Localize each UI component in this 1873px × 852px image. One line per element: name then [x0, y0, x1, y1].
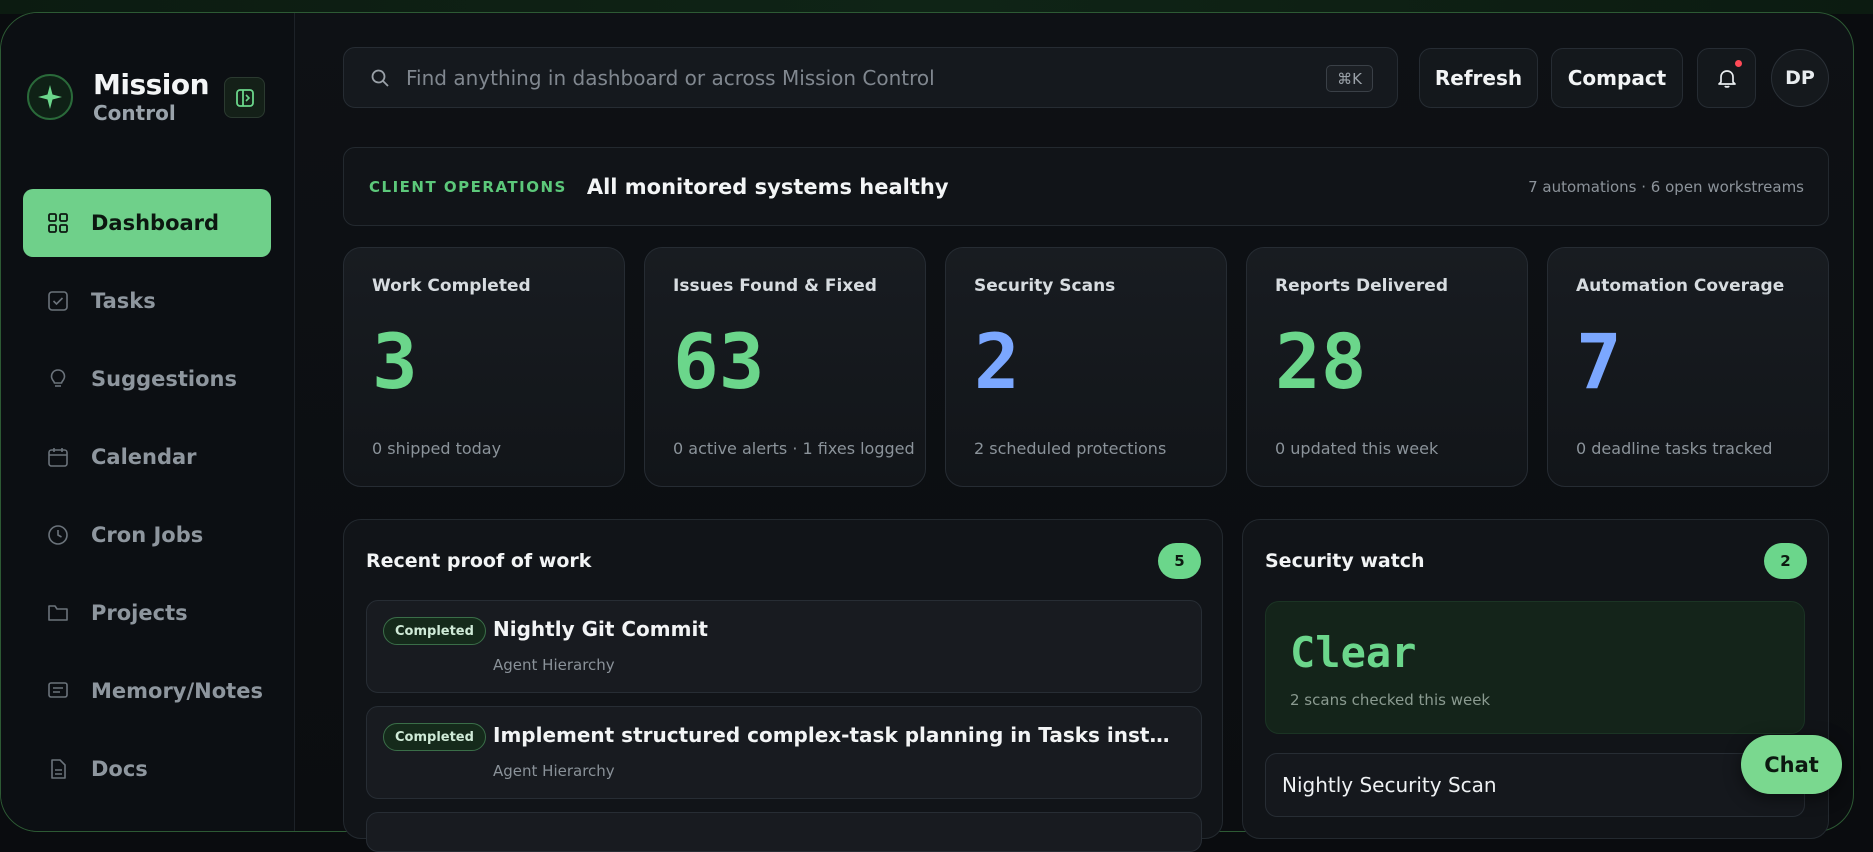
sidebar-nav: Dashboard Tasks Suggestions Calendar Cro… — [23, 189, 271, 813]
banner-eyebrow: CLIENT OPERATIONS — [369, 177, 567, 196]
stat-value: 63 — [673, 317, 765, 406]
document-icon — [47, 758, 69, 780]
sparkle-icon — [27, 74, 73, 120]
sidebar-item-label: Docs — [91, 757, 148, 781]
stat-sub: 0 deadline tasks tracked — [1576, 439, 1773, 458]
sidebar: Mission Control Dashboard Tasks Suggesti… — [1, 13, 295, 831]
search-placeholder: Find anything in dashboard or across Mis… — [406, 65, 935, 90]
notifications-button[interactable] — [1697, 48, 1756, 108]
stat-card-work-completed[interactable]: Work Completed 3 0 shipped today — [343, 247, 625, 487]
search-shortcut: ⌘K — [1326, 65, 1373, 92]
notification-dot — [1735, 60, 1742, 67]
sidebar-item-label: Suggestions — [91, 367, 237, 391]
item-title: Nightly Security Scan — [1282, 773, 1497, 797]
proof-of-work-panel: Recent proof of work 5 Completed Nightly… — [343, 519, 1223, 852]
compact-button[interactable]: Compact — [1551, 48, 1683, 108]
item-title: Nightly Git Commit — [493, 617, 708, 641]
brand-title: Mission — [93, 68, 210, 101]
count-badge: 2 — [1764, 543, 1807, 579]
item-title: Implement structured complex-task planni… — [493, 723, 1183, 747]
grid-icon — [47, 212, 69, 234]
list-item[interactable] — [366, 812, 1202, 852]
list-item[interactable]: Completed Nightly Git Commit Agent Hiera… — [366, 600, 1202, 693]
sidebar-item-label: Calendar — [91, 445, 197, 469]
bell-icon — [1717, 70, 1736, 88]
count-badge: 5 — [1158, 543, 1201, 579]
clock-icon — [47, 524, 69, 546]
sidebar-item-label: Dashboard — [91, 211, 220, 235]
security-status: Clear — [1290, 628, 1417, 677]
panel-title: Security watch — [1265, 550, 1425, 572]
status-badge: Completed — [383, 723, 486, 751]
sidebar-collapse-button[interactable] — [224, 77, 265, 118]
status-badge: Completed — [383, 617, 486, 645]
list-item[interactable]: Nightly Security Scan — [1265, 753, 1805, 817]
search-input[interactable]: Find anything in dashboard or across Mis… — [343, 47, 1398, 108]
brand-subtitle: Control — [93, 101, 176, 125]
sidebar-item-projects[interactable]: Projects — [23, 579, 271, 647]
banner-meta: 7 automations · 6 open workstreams — [1528, 177, 1804, 196]
sidebar-item-label: Cron Jobs — [91, 523, 204, 547]
sidebar-item-docs[interactable]: Docs — [23, 735, 271, 803]
sidebar-item-dashboard[interactable]: Dashboard — [23, 189, 271, 257]
calendar-icon — [47, 446, 69, 468]
search-icon — [371, 69, 389, 87]
sidebar-item-label: Tasks — [91, 289, 156, 313]
stat-card-automation-coverage[interactable]: Automation Coverage 7 0 deadline tasks t… — [1547, 247, 1829, 487]
status-banner: CLIENT OPERATIONS All monitored systems … — [343, 147, 1829, 226]
stat-label: Automation Coverage — [1576, 276, 1785, 296]
stat-label: Reports Delivered — [1275, 276, 1449, 296]
stat-value: 7 — [1576, 317, 1622, 406]
list-item[interactable]: Completed Implement structured complex-t… — [366, 706, 1202, 799]
sidebar-collapse-icon — [235, 88, 254, 107]
item-sub: Agent Hierarchy — [493, 656, 615, 674]
stat-label: Issues Found & Fixed — [673, 276, 877, 296]
checkbox-icon — [47, 290, 69, 312]
lightbulb-icon — [47, 368, 69, 390]
chat-button[interactable]: Chat — [1741, 735, 1842, 794]
sidebar-item-label: Projects — [91, 601, 188, 625]
avatar[interactable]: DP — [1771, 49, 1829, 107]
stat-card-security-scans[interactable]: Security Scans 2 2 scheduled protections — [945, 247, 1227, 487]
sidebar-item-calendar[interactable]: Calendar — [23, 423, 271, 491]
stat-sub: 0 shipped today — [372, 439, 502, 458]
stat-card-reports-delivered[interactable]: Reports Delivered 28 0 updated this week — [1246, 247, 1528, 487]
sidebar-item-tasks[interactable]: Tasks — [23, 267, 271, 335]
stat-value: 2 — [974, 317, 1020, 406]
security-watch-panel: Security watch 2 Clear 2 scans checked t… — [1242, 519, 1829, 839]
stat-sub: 0 updated this week — [1275, 439, 1439, 458]
item-sub: Agent Hierarchy — [493, 762, 615, 780]
stat-value: 3 — [372, 317, 418, 406]
sidebar-item-suggestions[interactable]: Suggestions — [23, 345, 271, 413]
stat-sub: 2 scheduled protections — [974, 439, 1167, 458]
panel-title: Recent proof of work — [366, 550, 592, 572]
refresh-button[interactable]: Refresh — [1419, 48, 1538, 108]
stat-label: Work Completed — [372, 276, 531, 296]
stat-label: Security Scans — [974, 276, 1116, 296]
stat-sub: 0 active alerts · 1 fixes logged — [673, 439, 915, 458]
security-status-card: Clear 2 scans checked this week — [1265, 601, 1805, 734]
stat-card-issues-fixed[interactable]: Issues Found & Fixed 63 0 active alerts … — [644, 247, 926, 487]
security-status-sub: 2 scans checked this week — [1290, 691, 1491, 709]
brand: Mission Control — [27, 68, 210, 125]
stat-value: 28 — [1275, 317, 1367, 406]
notes-icon — [47, 680, 69, 702]
banner-title: All monitored systems healthy — [586, 174, 949, 199]
sidebar-item-cron-jobs[interactable]: Cron Jobs — [23, 501, 271, 569]
folder-icon — [47, 602, 69, 624]
sidebar-item-label: Memory/Notes — [91, 679, 263, 703]
sidebar-item-memory-notes[interactable]: Memory/Notes — [23, 657, 271, 725]
